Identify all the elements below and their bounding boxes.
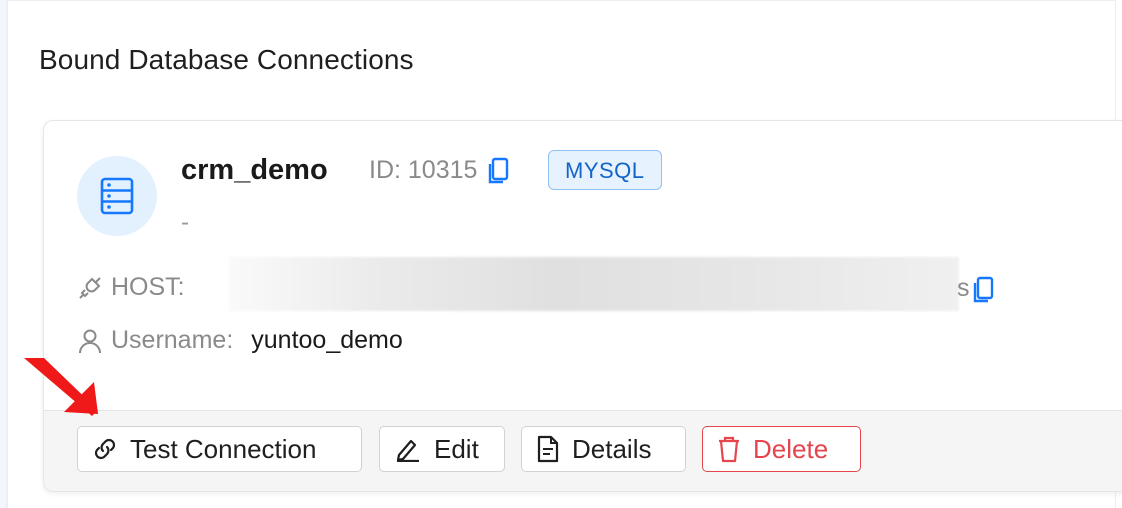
connection-card: crm_demo ID: 10315 MYSQL - HOST: s Usern… bbox=[43, 120, 1122, 492]
database-server-icon bbox=[100, 177, 134, 215]
trash-icon bbox=[719, 436, 739, 463]
edit-button[interactable]: Edit bbox=[379, 426, 505, 472]
user-icon bbox=[79, 329, 101, 353]
card-actions: Test Connection Edit Details Delete bbox=[44, 410, 1122, 491]
details-button[interactable]: Details bbox=[521, 426, 686, 472]
plug-icon bbox=[79, 276, 101, 299]
username-row: Username: yuntoo_demo bbox=[77, 326, 403, 355]
test-connection-label: Test Connection bbox=[130, 433, 317, 464]
host-row: HOST: bbox=[77, 273, 185, 302]
db-type-tag: MYSQL bbox=[548, 150, 662, 190]
delete-button[interactable]: Delete bbox=[702, 426, 861, 472]
copy-icon bbox=[973, 276, 994, 303]
connection-id: ID: 10315 bbox=[369, 156, 509, 185]
link-icon bbox=[94, 438, 116, 460]
copy-icon bbox=[489, 157, 509, 183]
username-label: Username: bbox=[111, 326, 234, 354]
document-icon bbox=[537, 435, 559, 463]
connection-name: crm_demo bbox=[181, 154, 328, 186]
section-title: Bound Database Connections bbox=[39, 44, 414, 75]
copy-host-button[interactable] bbox=[972, 276, 994, 304]
delete-label: Delete bbox=[753, 433, 829, 464]
details-label: Details bbox=[572, 433, 652, 464]
connection-id-text: ID: 10315 bbox=[369, 156, 478, 184]
pen-icon bbox=[396, 439, 419, 462]
database-avatar bbox=[77, 156, 157, 236]
copy-id-button[interactable] bbox=[487, 157, 509, 185]
host-value-redacted bbox=[229, 257, 959, 311]
edit-label: Edit bbox=[434, 433, 479, 464]
test-connection-button[interactable]: Test Connection bbox=[77, 426, 362, 472]
annotation-arrow-icon bbox=[24, 358, 98, 416]
host-label: HOST: bbox=[111, 273, 185, 301]
username-value: yuntoo_demo bbox=[251, 326, 403, 354]
connection-description: - bbox=[181, 209, 189, 236]
host-value-tail: s bbox=[957, 274, 970, 302]
page: Bound Database Connections crm_demo ID: … bbox=[0, 0, 1122, 508]
